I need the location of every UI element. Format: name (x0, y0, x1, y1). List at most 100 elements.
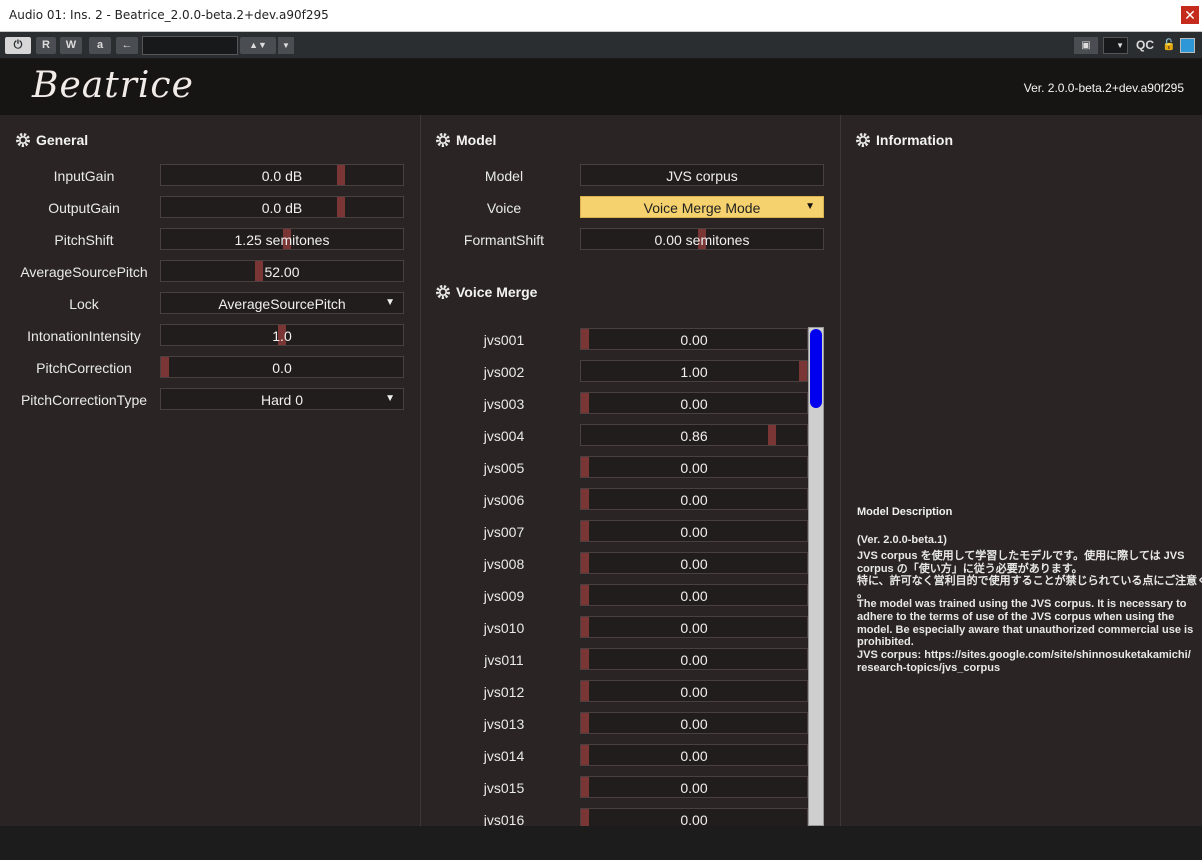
window-title: Audio 01: Ins. 2 - Beatrice_2.0.0-beta.2… (9, 8, 329, 22)
lock-icon[interactable]: 🔓 (1162, 38, 1176, 52)
general-param-slider[interactable]: 0.0 (160, 356, 404, 378)
voice-merge-value: 0.00 (680, 716, 708, 732)
gear-icon (856, 133, 870, 147)
voice-merge-slider[interactable]: 0.00 (580, 616, 808, 638)
voice-merge-label: jvs015 (483, 780, 525, 796)
voice-merge-value: 0.00 (680, 396, 708, 412)
dropdown-arrow-icon: ▼ (805, 201, 815, 212)
voice-merge-label: jvs012 (483, 684, 525, 700)
model-param-value: Voice Merge Mode (643, 200, 761, 216)
voice-merge-slider[interactable]: 0.00 (580, 776, 808, 798)
window-color-toggle[interactable] (1180, 38, 1195, 53)
gear-icon (436, 133, 450, 147)
general-param-label: InputGain (53, 168, 115, 184)
general-param-value: 52.00 (264, 264, 300, 280)
general-param-label: Lock (69, 296, 99, 312)
read-automation-button[interactable]: R (36, 37, 56, 54)
voice-merge-value: 0.00 (680, 620, 708, 636)
voice-merge-slider[interactable]: 0.00 (580, 552, 808, 574)
preset-dropdown-button[interactable]: ▼ (278, 37, 294, 54)
back-arrow-icon[interactable]: ← (116, 37, 138, 54)
write-automation-button[interactable]: W (60, 37, 82, 54)
gear-icon (436, 285, 450, 299)
model-section-title: Model (456, 132, 497, 148)
voice-merge-slider[interactable]: 1.00 (580, 360, 808, 382)
dropdown-arrow-icon: ▼ (385, 297, 395, 308)
model-param-slider[interactable]: 0.00 semitones (580, 228, 824, 250)
snapshot-dropdown[interactable]: ▼ (1103, 37, 1128, 54)
voice-merge-slider[interactable]: 0.00 (580, 456, 808, 478)
dropdown-arrow-icon: ▼ (385, 393, 395, 404)
voice-merge-slider[interactable]: 0.00 (580, 744, 808, 766)
model-param-slider[interactable]: JVS corpus (580, 164, 824, 186)
general-param-slider[interactable]: 52.00 (160, 260, 404, 282)
version-label: Ver. 2.0.0-beta.2+dev.a90f295 (1023, 81, 1184, 95)
preset-nav-arrows-icon[interactable]: ▲▼ (240, 37, 276, 54)
general-param-dropdown[interactable]: Hard 0 ▼ (160, 388, 404, 410)
voice-merge-section-title: Voice Merge (456, 284, 538, 300)
voice-merge-slider[interactable]: 0.00 (580, 648, 808, 670)
voice-merge-slider[interactable]: 0.00 (580, 520, 808, 542)
general-param-label: PitchCorrectionType (20, 392, 148, 408)
quick-controls-button[interactable]: QC (1136, 37, 1160, 54)
gear-icon (16, 133, 30, 147)
voice-merge-label: jvs001 (483, 332, 525, 348)
voice-merge-value: 1.00 (680, 364, 708, 380)
voice-merge-scrollbar[interactable] (808, 327, 824, 826)
voice-merge-label: jvs006 (483, 492, 525, 508)
voice-merge-label: jvs013 (483, 716, 525, 732)
beatrice-logo: Beatrice (32, 65, 194, 106)
general-param-slider[interactable]: 0.0 dB (160, 164, 404, 186)
voice-merge-label: jvs005 (483, 460, 525, 476)
power-button[interactable]: ⏻ (5, 37, 31, 54)
general-param-label: AverageSourcePitch (20, 264, 148, 280)
voice-merge-label: jvs003 (483, 396, 525, 412)
voice-merge-value: 0.00 (680, 684, 708, 700)
scrollbar-thumb[interactable] (810, 329, 822, 408)
auto-monitoring-button[interactable]: a (89, 37, 111, 54)
general-param-slider[interactable]: 1.0 (160, 324, 404, 346)
voice-merge-slider[interactable]: 0.00 (580, 712, 808, 734)
voice-merge-label: jvs007 (483, 524, 525, 540)
general-param-value: 1.0 (272, 328, 292, 344)
camera-icon[interactable]: ▣ (1074, 37, 1098, 54)
model-param-dropdown[interactable]: Voice Merge Mode ▼ (580, 196, 824, 218)
model-description-line: model. Be especially aware that unauthor… (857, 623, 1194, 636)
voice-merge-value: 0.00 (680, 460, 708, 476)
general-param-value: 0.0 (272, 360, 292, 376)
general-param-value: 1.25 semitones (234, 232, 330, 248)
voice-merge-label: jvs011 (484, 652, 524, 668)
model-description-line: The model was trained using the JVS corp… (857, 598, 1187, 610)
voice-merge-value: 0.00 (680, 748, 708, 764)
preset-field[interactable] (142, 36, 238, 55)
close-button[interactable]: ✕ (1181, 6, 1199, 24)
general-param-slider[interactable]: 1.25 semitones (160, 228, 404, 250)
model-description-line: adhere to the terms of use of the JVS co… (857, 610, 1175, 623)
voice-merge-value: 0.00 (680, 588, 708, 604)
host-toolbar: ⏻ R W a ← ▲▼ ▼ ▣ ▼ QC 🔓 (0, 32, 1202, 59)
general-param-value: Hard 0 (260, 392, 304, 408)
voice-merge-slider[interactable]: 0.00 (580, 680, 808, 702)
model-description-line: research-topics/jvs_corpus (857, 662, 1001, 674)
model-description-line: JVS corpus: https://sites.google.com/sit… (857, 649, 1191, 662)
voice-merge-slider[interactable]: 0.00 (580, 584, 808, 606)
model-description-line: prohibited. (857, 636, 914, 649)
model-description-heading: Model Description (857, 506, 953, 518)
general-param-slider[interactable]: 0.0 dB (160, 196, 404, 218)
model-param-value: 0.00 semitones (654, 232, 750, 248)
voice-merge-slider[interactable]: 0.00 (580, 392, 808, 414)
voice-merge-label: jvs010 (483, 620, 525, 636)
voice-merge-value: 0.00 (680, 524, 708, 540)
model-param-label: Voice (486, 200, 522, 216)
voice-merge-slider[interactable]: 0.00 (580, 488, 808, 510)
general-panel (0, 115, 420, 826)
voice-merge-slider[interactable]: 0.86 (580, 424, 808, 446)
information-panel (841, 115, 1202, 826)
voice-merge-label: jvs004 (483, 428, 525, 444)
voice-merge-label: jvs002 (483, 364, 525, 380)
general-param-dropdown[interactable]: AverageSourcePitch ▼ (160, 292, 404, 314)
general-param-label: OutputGain (48, 200, 120, 216)
plugin-header: Beatrice Ver. 2.0.0-beta.2+dev.a90f295 (0, 59, 1202, 115)
voice-merge-label: jvs014 (483, 748, 525, 764)
voice-merge-slider[interactable]: 0.00 (580, 328, 808, 350)
